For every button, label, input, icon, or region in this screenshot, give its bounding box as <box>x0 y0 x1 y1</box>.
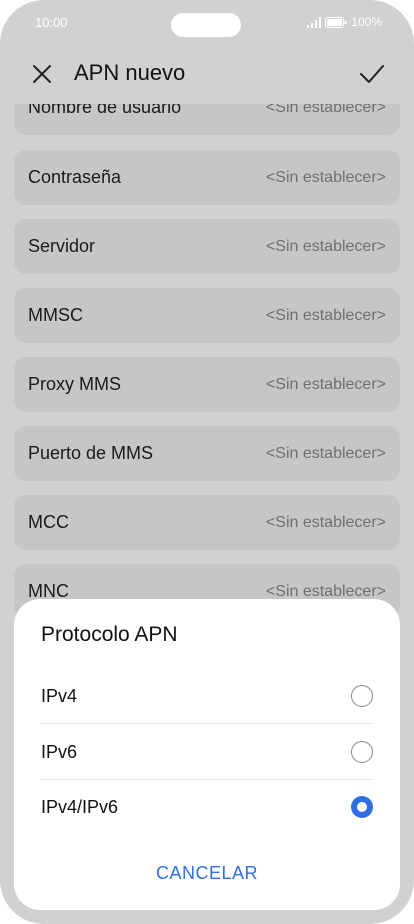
field-row-username[interactable]: Nombre de usuario <Sin establecer> <box>14 104 400 135</box>
field-label: Puerto de MMS <box>28 443 154 463</box>
apn-field-list[interactable]: Nombre de usuario <Sin establecer> Contr… <box>14 104 400 624</box>
close-icon[interactable] <box>30 62 54 86</box>
status-time: 10:00 <box>35 15 68 30</box>
field-row-mms-port[interactable]: Puerto de MMS <Sin establecer> <box>14 426 400 481</box>
radio-unselected-icon[interactable] <box>351 741 373 763</box>
camera-pill <box>171 13 241 37</box>
field-row-mmsc[interactable]: MMSC <Sin establecer> <box>14 288 400 343</box>
field-value: <Sin establecer> <box>265 513 386 531</box>
field-label: Nombre de usuario <box>28 104 182 117</box>
status-icons: 100% <box>307 15 382 29</box>
option-label: IPv4/IPv6 <box>41 796 119 817</box>
app-header: APN nuevo <box>0 50 414 104</box>
battery-icon <box>325 16 347 28</box>
apn-protocol-dialog: Protocolo APN IPv4 IPv6 IPv4/IPv6 CANCEL… <box>14 599 400 910</box>
dialog-title: Protocolo APN <box>41 623 178 646</box>
field-row-mms-proxy[interactable]: Proxy MMS <Sin establecer> <box>14 357 400 412</box>
field-label: Proxy MMS <box>28 374 122 394</box>
field-value: <Sin establecer> <box>265 168 386 186</box>
radio-unselected-icon[interactable] <box>351 685 373 707</box>
field-value: <Sin establecer> <box>265 582 386 600</box>
field-value: <Sin establecer> <box>265 104 386 116</box>
field-label: Servidor <box>28 236 96 256</box>
option-label: IPv4 <box>41 685 78 706</box>
option-label: IPv6 <box>41 741 78 762</box>
field-label: MCC <box>28 512 69 532</box>
field-row-server[interactable]: Servidor <Sin establecer> <box>14 219 400 274</box>
field-value: <Sin establecer> <box>265 306 386 324</box>
page-title: APN nuevo <box>74 60 186 85</box>
field-row-password[interactable]: Contraseña <Sin establecer> <box>14 150 400 205</box>
signal-icon <box>307 16 322 28</box>
cancel-button[interactable]: CANCELAR <box>14 863 400 884</box>
battery-level: 100% <box>351 15 382 29</box>
check-icon[interactable] <box>358 60 386 88</box>
field-label: Contraseña <box>28 167 122 187</box>
field-value: <Sin establecer> <box>265 444 386 462</box>
radio-selected-icon[interactable] <box>351 796 373 818</box>
phone-screen: 10:00 100% APN nuevo Nombre de usuario <… <box>0 0 414 924</box>
field-row-mcc[interactable]: MCC <Sin establecer> <box>14 495 400 550</box>
option-ipv4-ipv6[interactable]: IPv4/IPv6 <box>41 779 373 835</box>
field-value: <Sin establecer> <box>265 375 386 393</box>
option-ipv4[interactable]: IPv4 <box>41 668 373 724</box>
field-label: MMSC <box>28 305 83 325</box>
field-value: <Sin establecer> <box>265 237 386 255</box>
option-ipv6[interactable]: IPv6 <box>41 724 373 780</box>
